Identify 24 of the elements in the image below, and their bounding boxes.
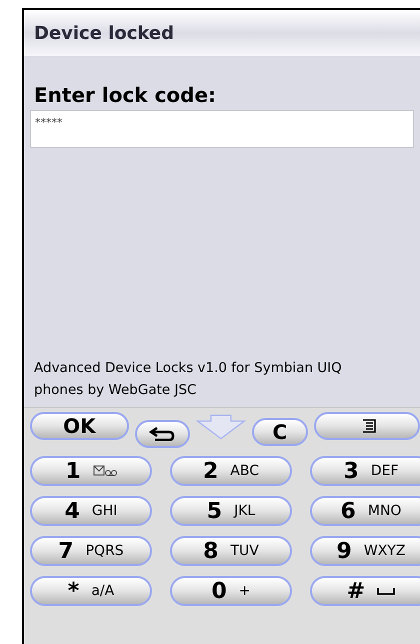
menu-key[interactable]: [314, 412, 420, 440]
prompt-label: Enter lock code:: [33, 82, 218, 109]
back-arrow-icon: [149, 427, 176, 441]
keypad-key[interactable]: 8 TUV: [170, 536, 292, 566]
keypad-key[interactable]: * a/A: [30, 576, 152, 606]
soft-key[interactable]: C: [252, 418, 308, 446]
code-field[interactable]: *****: [30, 110, 414, 148]
keypad-key[interactable]: 1: [30, 456, 152, 486]
keypad-key[interactable]: 9 WXYZ: [310, 536, 420, 566]
keypad-key[interactable]: 4 GHI: [30, 496, 152, 526]
voicemail-icon: [92, 465, 117, 477]
keypad-key[interactable]: #: [310, 576, 420, 606]
menu-icon: [362, 419, 376, 433]
keypad-key[interactable]: 3 DEF: [310, 456, 420, 486]
soft-key[interactable]: OK: [30, 412, 129, 440]
keypad-key[interactable]: 7 PQRS: [30, 536, 152, 566]
footer-text: Advanced Device Locks v1.0 for Symbian UIQ phones by WebGate JSC: [33, 359, 343, 400]
window-title: Device locked: [34, 22, 174, 46]
keypad-key[interactable]: 5 JKL: [170, 496, 292, 526]
keypad-key[interactable]: 2 ABC: [170, 456, 292, 486]
space-icon: [377, 587, 396, 595]
keypad-key[interactable]: 6 MNO: [310, 496, 420, 526]
keypad-key[interactable]: 0 +: [170, 576, 292, 606]
back-key[interactable]: [134, 420, 190, 448]
